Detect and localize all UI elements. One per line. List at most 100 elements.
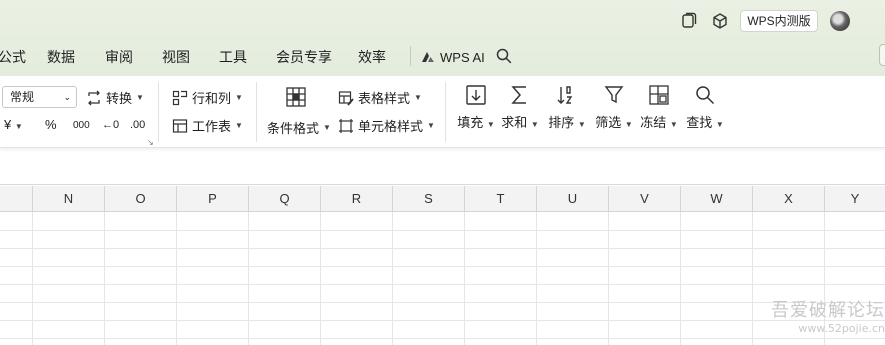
number-format-value: 常规 xyxy=(10,90,35,104)
column-header-Y[interactable]: Y xyxy=(824,186,885,212)
grid-line xyxy=(608,212,609,345)
menu-separator xyxy=(410,46,411,66)
chevron-down-icon: ▼ xyxy=(715,120,724,129)
sigma-icon xyxy=(511,86,526,104)
rows-cols-label: 行和列 xyxy=(192,91,232,106)
menu-efficiency[interactable]: 效率 xyxy=(358,47,386,67)
chevron-down-icon: ▼ xyxy=(427,121,435,130)
grid-line xyxy=(0,284,885,285)
chevron-down-icon: ▼ xyxy=(323,123,331,132)
column-header-W[interactable]: W xyxy=(680,186,752,212)
filter-funnel-icon xyxy=(604,86,624,104)
wps-ai-icon xyxy=(422,52,434,62)
column-header-partial[interactable] xyxy=(0,186,32,212)
fill-down-icon xyxy=(466,85,486,105)
sort-icon xyxy=(557,86,573,104)
menu-bar: 公式 数据 审阅 视图 工具 会员专享 效率 WPS AI xyxy=(0,44,870,70)
avatar[interactable] xyxy=(830,11,850,31)
grid-line xyxy=(464,212,465,345)
number-format-select[interactable]: 常规 ⌄ xyxy=(2,86,77,108)
watermark: 吾爱破解论坛 www.52pojie.cn xyxy=(764,296,885,341)
rows-cols-icon xyxy=(172,90,188,105)
menu-review[interactable]: 审阅 xyxy=(105,47,133,67)
grid-line xyxy=(320,212,321,345)
menu-tools[interactable]: 工具 xyxy=(219,47,247,67)
worksheet-label: 工作表 xyxy=(192,119,232,134)
currency-glyph: ¥ xyxy=(4,117,12,132)
worksheet-button[interactable]: 工作表 ▼ xyxy=(172,116,243,135)
worksheet-icon xyxy=(172,118,188,133)
table-style-button[interactable]: 表格样式 ▼ xyxy=(338,88,422,107)
rows-cols-button[interactable]: 行和列 ▼ xyxy=(172,88,243,107)
table-style-icon xyxy=(338,90,354,106)
top-bar: WPS内测版 公式 数据 审阅 视图 工具 会员专享 效率 WPS AI xyxy=(0,0,885,76)
convert-label: 转换 xyxy=(106,91,133,106)
window-restore-icon[interactable] xyxy=(679,12,697,30)
menu-member[interactable]: 会员专享 xyxy=(276,47,332,67)
column-header-S[interactable]: S xyxy=(392,186,464,212)
collapse-ribbon-button[interactable] xyxy=(879,44,885,66)
formula-bar[interactable] xyxy=(0,158,885,185)
cell-style-icon xyxy=(339,118,353,133)
chevron-down-icon: ▼ xyxy=(136,93,144,102)
chevron-down-icon: ▼ xyxy=(14,122,23,131)
column-header-R[interactable]: R xyxy=(320,186,392,212)
find-button[interactable]: 查找 ▼ xyxy=(673,84,737,131)
column-header-V[interactable]: V xyxy=(608,186,680,212)
convert-button[interactable]: 转换 ▼ xyxy=(86,88,144,107)
column-header-N[interactable]: N xyxy=(32,186,104,212)
grid-line xyxy=(0,266,885,267)
grid-line xyxy=(0,230,885,231)
grid-line xyxy=(32,212,33,345)
column-header-O[interactable]: O xyxy=(104,186,176,212)
watermark-title: 吾爱破解论坛 xyxy=(771,300,885,321)
cell-style-label: 单元格样式 xyxy=(358,119,424,134)
column-header-T[interactable]: T xyxy=(464,186,536,212)
currency-button[interactable]: ¥ ▼ xyxy=(4,117,23,132)
column-header-Q[interactable]: Q xyxy=(248,186,320,212)
column-header-P[interactable]: P xyxy=(176,186,248,212)
cube-icon[interactable] xyxy=(711,12,729,30)
find-label: 查找 xyxy=(686,115,713,130)
wps-ai-button[interactable]: WPS AI xyxy=(421,46,485,68)
increase-decimal-button[interactable]: .00 xyxy=(130,119,145,131)
column-headers: N O P Q R S T U V W X Y xyxy=(0,186,885,212)
table-style-label: 表格样式 xyxy=(358,91,411,106)
menu-formula[interactable]: 公式 xyxy=(0,47,26,67)
grid-line xyxy=(752,212,753,345)
thousands-separator-button[interactable]: 000 xyxy=(73,120,90,131)
grid-line xyxy=(0,320,885,321)
fill-label: 填充 xyxy=(457,115,484,130)
conditional-format-icon[interactable] xyxy=(285,86,307,108)
grid-line xyxy=(680,212,681,345)
freeze-label: 冻结 xyxy=(640,115,667,130)
cell-style-button[interactable]: 单元格样式 ▼ xyxy=(338,116,435,135)
dialog-launcher-icon[interactable]: ↘ xyxy=(147,138,154,147)
filter-label: 筛选 xyxy=(595,115,622,130)
group-separator xyxy=(158,82,159,142)
menu-data[interactable]: 数据 xyxy=(47,47,75,67)
spreadsheet-grid[interactable]: N O P Q R S T U V W X Y xyxy=(0,186,885,345)
grid-line xyxy=(176,212,177,345)
group-separator xyxy=(256,82,257,142)
chevron-down-icon: ▼ xyxy=(235,93,243,102)
grid-line xyxy=(0,302,885,303)
wps-ai-label: WPS AI xyxy=(440,49,485,65)
conditional-format-button[interactable]: 条件格式 ▼ xyxy=(267,118,331,137)
decrease-decimal-button[interactable]: ←0 xyxy=(102,119,119,131)
grid-line xyxy=(0,338,885,339)
wps-beta-badge[interactable]: WPS内测版 xyxy=(740,10,818,32)
percent-button[interactable]: % xyxy=(45,117,57,132)
column-header-U[interactable]: U xyxy=(536,186,608,212)
search-icon[interactable] xyxy=(495,47,513,65)
column-header-X[interactable]: X xyxy=(752,186,824,212)
sum-label: 求和 xyxy=(501,115,528,130)
conditional-format-label: 条件格式 xyxy=(267,121,320,136)
grid-line xyxy=(248,212,249,345)
chevron-down-icon: ▼ xyxy=(235,121,243,130)
grid-line xyxy=(104,212,105,345)
grid-line xyxy=(0,248,885,249)
menu-view[interactable]: 视图 xyxy=(162,47,190,67)
chevron-down-icon: ⌄ xyxy=(63,92,71,102)
magnifier-icon xyxy=(696,86,715,105)
